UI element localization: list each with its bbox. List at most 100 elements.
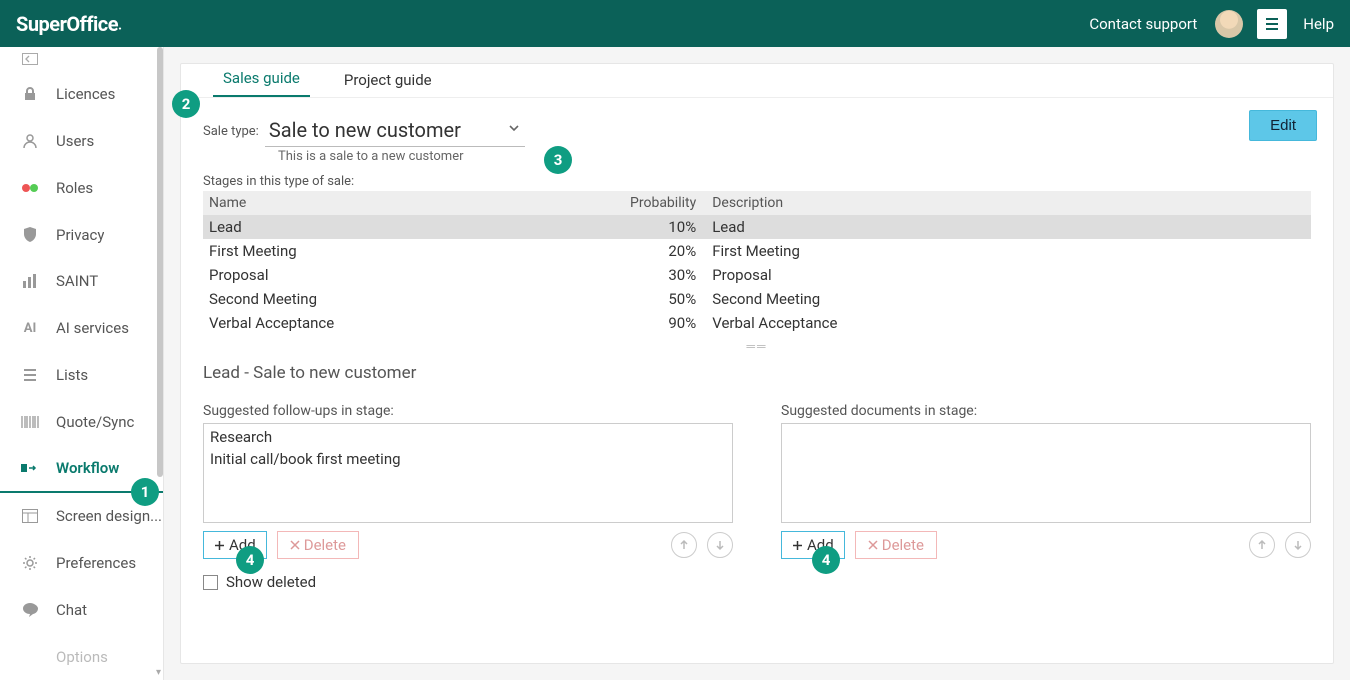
edit-button[interactable]: Edit	[1249, 110, 1317, 141]
sale-type-value: Sale to new customer	[269, 118, 461, 142]
bars-icon	[18, 274, 42, 288]
logo: SuperOffice.	[16, 12, 122, 36]
sidebar-item-saint[interactable]: SAINT	[0, 258, 163, 305]
documents-col: Suggested documents in stage: Add Delete	[781, 403, 1311, 591]
step-badge-4b: 4	[812, 546, 840, 574]
help-link[interactable]: Help	[1303, 15, 1334, 33]
delete-label: Delete	[304, 536, 346, 554]
sale-type-desc: This is a sale to a new customer	[278, 149, 1311, 164]
card: Sales guide Project guide Edit Sale type…	[180, 63, 1334, 664]
sidebar-item-ai[interactable]: AI AI services	[0, 305, 163, 352]
x-icon	[290, 540, 300, 550]
step-badge-4a: 4	[236, 546, 264, 574]
contact-support-link[interactable]: Contact support	[1089, 15, 1197, 33]
table-row[interactable]: Verbal Acceptance 90% Verbal Acceptance	[203, 311, 1311, 335]
followups-listbox[interactable]: Research Initial call/book first meeting	[203, 423, 733, 523]
plus-icon	[214, 540, 225, 551]
cell-desc: Verbal Acceptance	[706, 311, 1311, 335]
shield-icon	[18, 227, 42, 243]
scroll-down-icon[interactable]: ▾	[156, 667, 161, 678]
sidebar-item-preferences[interactable]: Preferences	[0, 539, 163, 586]
roles-icon	[18, 183, 42, 193]
x-icon	[868, 540, 878, 550]
followups-buttons: Add Delete	[203, 531, 733, 559]
sidebar-item-users[interactable]: Users	[0, 117, 163, 164]
move-down-button[interactable]	[1285, 532, 1311, 558]
cell-prob: 50%	[624, 287, 706, 311]
sidebar-item-options[interactable]: Options	[0, 633, 163, 680]
avatar[interactable]	[1215, 10, 1243, 38]
tab-sales-guide[interactable]: Sales guide	[213, 63, 310, 97]
arrow-up-icon	[678, 539, 690, 551]
move-up-button[interactable]	[671, 532, 697, 558]
arrow-down-icon	[714, 539, 726, 551]
sidebar-item-lists[interactable]: Lists	[0, 352, 163, 399]
sidebar-item-privacy[interactable]: Privacy	[0, 211, 163, 258]
stages-table: Name Probability Description Lead 10% Le…	[203, 191, 1311, 335]
plus-icon	[792, 540, 803, 551]
lock-icon	[18, 86, 42, 102]
sale-type-label: Sale type:	[203, 124, 259, 139]
sidebar-item-quote[interactable]: Quote/Sync	[0, 399, 163, 446]
stages-label: Stages in this type of sale:	[203, 174, 1311, 189]
sale-type-row: Sale type: Sale to new customer	[203, 116, 1311, 147]
detail-title: Lead - Sale to new customer	[203, 363, 1311, 383]
cell-name: Proposal	[203, 263, 624, 287]
followups-delete-button[interactable]: Delete	[277, 531, 359, 559]
main: Sales guide Project guide Edit Sale type…	[164, 47, 1350, 680]
documents-listbox[interactable]	[781, 423, 1311, 523]
sidebar-item-label: Preferences	[56, 554, 136, 572]
cell-name: Verbal Acceptance	[203, 311, 624, 335]
list-item[interactable]: Initial call/book first meeting	[208, 448, 728, 470]
cell-prob: 10%	[624, 215, 706, 239]
cell-prob: 20%	[624, 239, 706, 263]
cell-name: Lead	[203, 215, 624, 239]
step-badge-3: 3	[544, 146, 572, 174]
sidebar-item-roles[interactable]: Roles	[0, 164, 163, 211]
cell-name: Second Meeting	[203, 287, 624, 311]
cell-desc: Proposal	[706, 263, 1311, 287]
table-row[interactable]: Proposal 30% Proposal	[203, 263, 1311, 287]
list-item[interactable]: Research	[208, 426, 728, 448]
sidebar-collapse[interactable]	[0, 47, 163, 70]
sidebar: Licences Users Roles Privacy SAINT	[0, 47, 164, 680]
th-name[interactable]: Name	[203, 191, 624, 215]
documents-buttons: Add Delete	[781, 531, 1311, 559]
move-up-button[interactable]	[1249, 532, 1275, 558]
ai-icon: AI	[18, 321, 42, 336]
sale-type-select[interactable]: Sale to new customer	[265, 116, 525, 147]
sidebar-item-label: Workflow	[56, 459, 119, 477]
show-deleted-checkbox[interactable]: Show deleted	[203, 573, 733, 591]
sidebar-item-licences[interactable]: Licences	[0, 70, 163, 117]
followups-label: Suggested follow-ups in stage:	[203, 403, 733, 419]
sidebar-item-label: SAINT	[56, 272, 98, 290]
hamburger-icon	[1264, 16, 1280, 32]
workflow-icon	[18, 461, 42, 475]
sidebar-item-label: Licences	[56, 85, 115, 103]
table-row[interactable]: Second Meeting 50% Second Meeting	[203, 287, 1311, 311]
menu-button[interactable]	[1257, 9, 1287, 39]
sidebar-item-label: Quote/Sync	[56, 413, 134, 431]
tab-project-guide[interactable]: Project guide	[334, 63, 442, 97]
cell-desc: Lead	[706, 215, 1311, 239]
table-row[interactable]: Lead 10% Lead	[203, 215, 1311, 239]
show-deleted-label: Show deleted	[226, 573, 316, 591]
cell-prob: 90%	[624, 311, 706, 335]
sidebar-item-label: Options	[56, 648, 108, 666]
cell-prob: 30%	[624, 263, 706, 287]
content: Edit Sale type: Sale to new customer Thi…	[181, 98, 1333, 601]
sidebar-item-chat[interactable]: Chat	[0, 586, 163, 633]
documents-delete-button[interactable]: Delete	[855, 531, 937, 559]
table-row[interactable]: First Meeting 20% First Meeting	[203, 239, 1311, 263]
sidebar-scrollbar[interactable]: ▾	[156, 47, 163, 680]
tabs: Sales guide Project guide	[181, 64, 1333, 98]
cell-desc: First Meeting	[706, 239, 1311, 263]
delete-label: Delete	[882, 536, 924, 554]
topbar: SuperOffice. Contact support Help	[0, 0, 1350, 47]
move-down-button[interactable]	[707, 532, 733, 558]
scrollbar-thumb[interactable]	[157, 47, 163, 477]
th-prob[interactable]: Probability	[624, 191, 706, 215]
th-desc[interactable]: Description	[706, 191, 1311, 215]
chevron-down-icon	[507, 121, 521, 139]
resize-handle[interactable]: ══	[203, 339, 1311, 353]
